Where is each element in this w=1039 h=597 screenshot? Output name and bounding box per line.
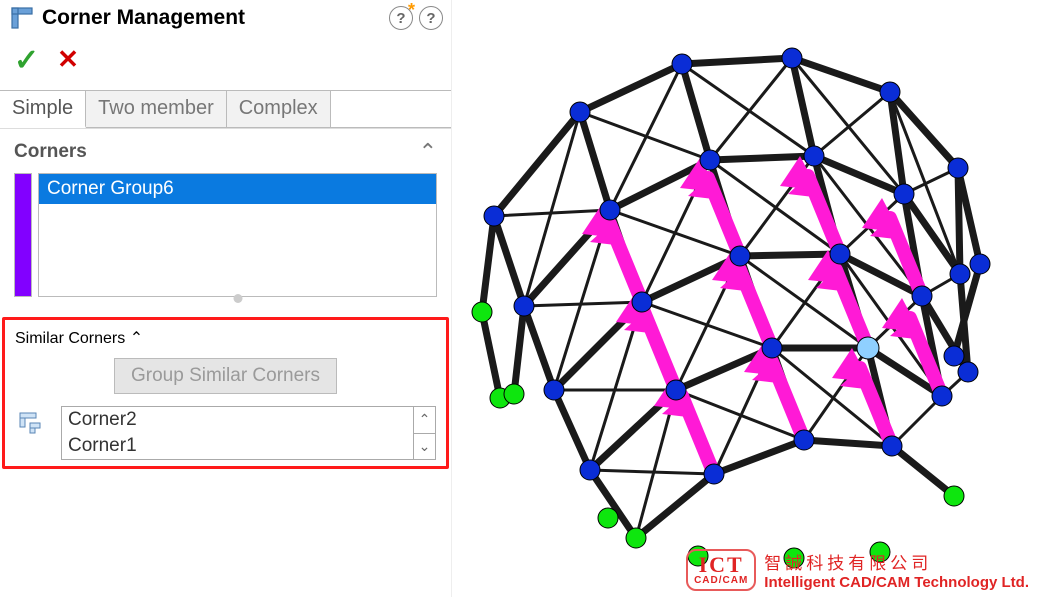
- scroll-up-icon[interactable]: ⌃: [414, 407, 435, 434]
- collapse-corners-icon[interactable]: ⌃: [419, 139, 437, 165]
- group-similar-button[interactable]: Group Similar Corners: [114, 358, 337, 394]
- help-new-icon[interactable]: ?: [389, 6, 413, 30]
- corners-section-title: Corners: [14, 141, 87, 163]
- list-item[interactable]: Corner1: [62, 433, 413, 459]
- logo-text-1: ICT: [694, 553, 748, 576]
- corners-listbox[interactable]: Corner Group6: [38, 173, 437, 297]
- corner-type-icon: [15, 408, 45, 438]
- tab-complex[interactable]: Complex: [227, 91, 331, 127]
- corner-group-color[interactable]: [14, 173, 32, 297]
- feature-icon: [8, 4, 36, 32]
- collapse-similar-icon[interactable]: ⌃: [130, 330, 143, 347]
- watermark-logo: ICT CAD/CAM: [686, 549, 756, 591]
- tab-simple[interactable]: Simple: [0, 91, 86, 128]
- watermark: ICT CAD/CAM 智誠科技有限公司 Intelligent CAD/CAM…: [686, 549, 1029, 591]
- similar-listbox[interactable]: Corner2 Corner1 ⌃ ⌄: [61, 406, 436, 460]
- scrollbar: ⌃ ⌄: [413, 407, 435, 459]
- model-preview: [452, 0, 1039, 597]
- property-panel: Corner Management ? ? ✓ ✕ Simple Two mem…: [0, 0, 452, 597]
- list-item[interactable]: Corner Group6: [39, 174, 436, 204]
- help-icon[interactable]: ?: [419, 6, 443, 30]
- watermark-text: 智誠科技有限公司 Intelligent CAD/CAM Technology …: [764, 549, 1029, 591]
- cancel-button[interactable]: ✕: [57, 46, 79, 76]
- ok-button[interactable]: ✓: [14, 46, 39, 76]
- corners-section: Corners ⌃ Corner Group6: [0, 128, 451, 303]
- company-en: Intelligent CAD/CAM Technology Ltd.: [764, 574, 1029, 591]
- panel-title: Corner Management: [42, 6, 389, 30]
- company-cn: 智誠科技有限公司: [764, 549, 1029, 574]
- similar-section-title: Similar Corners: [15, 330, 125, 347]
- similar-corners-highlight: Similar Corners ⌃ Group Similar Corners …: [2, 317, 449, 469]
- logo-text-2: CAD/CAM: [694, 576, 748, 587]
- panel-header: Corner Management ? ?: [0, 0, 451, 36]
- list-item[interactable]: Corner2: [62, 407, 413, 433]
- confirm-row: ✓ ✕: [0, 36, 451, 90]
- tab-two-member[interactable]: Two member: [86, 91, 227, 127]
- scroll-down-icon[interactable]: ⌄: [414, 434, 435, 460]
- tabs: Simple Two member Complex: [0, 90, 451, 128]
- resize-handle-icon[interactable]: [233, 294, 242, 303]
- 3d-viewport[interactable]: ICT CAD/CAM 智誠科技有限公司 Intelligent CAD/CAM…: [452, 0, 1039, 597]
